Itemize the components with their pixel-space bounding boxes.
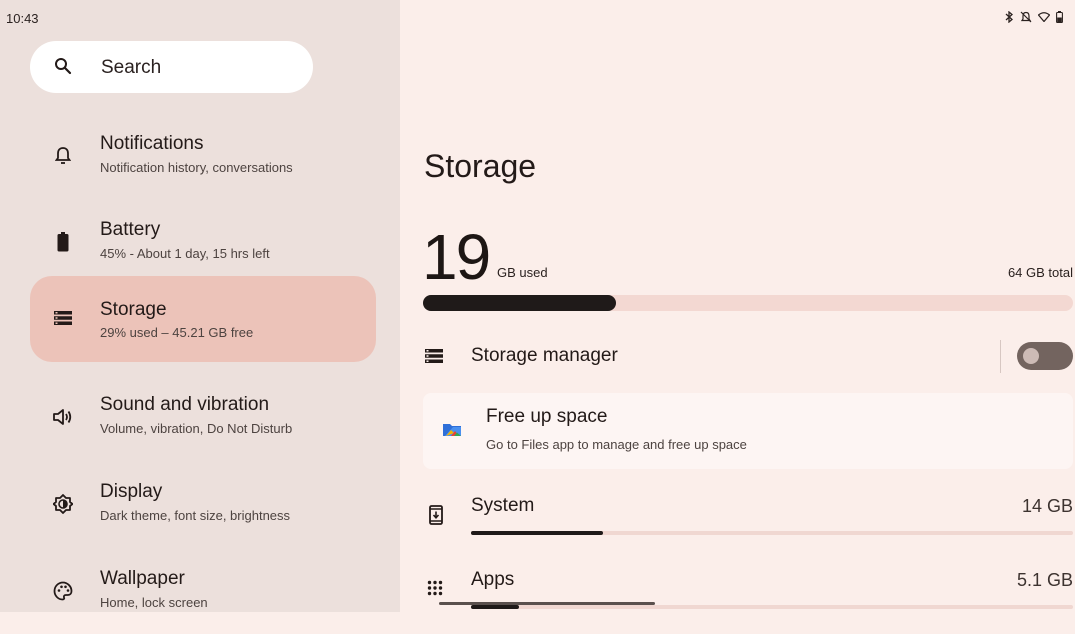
sidebar-item-display[interactable]: Display Dark theme, font size, brightnes… bbox=[30, 461, 376, 547]
storage-manager-toggle[interactable] bbox=[1017, 342, 1073, 370]
storage-icon bbox=[53, 308, 73, 328]
apps-grid-icon bbox=[425, 578, 445, 598]
free-up-space-subtitle: Go to Files app to manage and free up sp… bbox=[486, 437, 747, 452]
sidebar-item-subtitle: Volume, vibration, Do Not Disturb bbox=[100, 421, 293, 436]
storage-total-label: 64 GB total bbox=[1007, 265, 1073, 280]
storage-page: Storage 19 GB used 64 GB total Storage m… bbox=[400, 0, 1075, 612]
bell-icon bbox=[53, 146, 73, 166]
category-system-fill bbox=[471, 531, 604, 535]
sidebar-item-title: Wallpaper bbox=[100, 568, 185, 589]
status-icons bbox=[1004, 11, 1063, 23]
sidebar-item-title: Sound and vibration bbox=[100, 394, 270, 415]
storage-manager-icon bbox=[424, 346, 444, 366]
notifications-off-icon bbox=[1020, 11, 1032, 23]
wifi-icon bbox=[1038, 12, 1050, 22]
speaker-icon bbox=[53, 407, 73, 427]
settings-sidebar: 10:43 Search Notifications Notification … bbox=[0, 0, 400, 612]
sidebar-item-wallpaper[interactable]: Wallpaper Home, lock screen bbox=[30, 548, 376, 634]
sidebar-item-title: Battery bbox=[100, 219, 161, 240]
search-label: Search bbox=[101, 57, 162, 78]
battery-status-icon bbox=[1056, 11, 1063, 23]
category-apps-size: 5.1 GB bbox=[1016, 570, 1073, 590]
sidebar-item-title: Notifications bbox=[100, 133, 204, 154]
category-system-size: 14 GB bbox=[1021, 496, 1073, 516]
files-app-icon bbox=[442, 421, 462, 442]
page-title: Storage bbox=[424, 148, 537, 184]
category-system-bar bbox=[471, 531, 1073, 535]
sidebar-item-notifications[interactable]: Notifications Notification history, conv… bbox=[30, 113, 376, 199]
category-apps-label[interactable]: Apps bbox=[471, 569, 514, 591]
storage-usage-fill bbox=[423, 295, 617, 311]
brightness-icon bbox=[53, 494, 73, 514]
bluetooth-icon bbox=[1004, 11, 1014, 23]
search-icon bbox=[54, 57, 72, 80]
sidebar-item-subtitle: 29% used – 45.21 GB free bbox=[100, 325, 254, 340]
sidebar-item-storage[interactable]: Storage 29% used – 45.21 GB free bbox=[30, 276, 376, 362]
sidebar-item-sound[interactable]: Sound and vibration Volume, vibration, D… bbox=[30, 374, 376, 460]
sidebar-item-title: Storage bbox=[100, 299, 167, 320]
search-bar[interactable]: Search bbox=[30, 41, 313, 93]
storage-manager-label[interactable]: Storage manager bbox=[471, 345, 618, 367]
sidebar-item-battery[interactable]: Battery 45% - About 1 day, 15 hrs left bbox=[30, 199, 376, 285]
sidebar-item-subtitle: 45% - About 1 day, 15 hrs left bbox=[100, 246, 270, 261]
free-up-space-card[interactable]: Free up space Go to Files app to manage … bbox=[423, 393, 1073, 469]
category-system-label[interactable]: System bbox=[471, 495, 534, 517]
category-apps-bar bbox=[471, 605, 1073, 609]
sidebar-item-subtitle: Dark theme, font size, brightness bbox=[100, 508, 291, 523]
system-update-icon bbox=[426, 505, 446, 525]
storage-used-value: 19 bbox=[422, 221, 491, 293]
category-apps-fill bbox=[471, 605, 520, 609]
gesture-nav-handle[interactable] bbox=[439, 602, 655, 605]
sidebar-item-title: Display bbox=[100, 481, 163, 502]
battery-icon bbox=[53, 232, 73, 252]
palette-icon bbox=[53, 581, 73, 601]
status-clock: 10:43 bbox=[6, 11, 39, 26]
divider bbox=[1000, 340, 1001, 373]
free-up-space-title: Free up space bbox=[486, 406, 608, 427]
toggle-knob bbox=[1023, 348, 1039, 364]
storage-used-label: GB used bbox=[497, 265, 548, 280]
storage-usage-bar bbox=[423, 295, 1073, 311]
sidebar-item-subtitle: Home, lock screen bbox=[100, 595, 208, 610]
sidebar-item-subtitle: Notification history, conversations bbox=[100, 160, 293, 175]
